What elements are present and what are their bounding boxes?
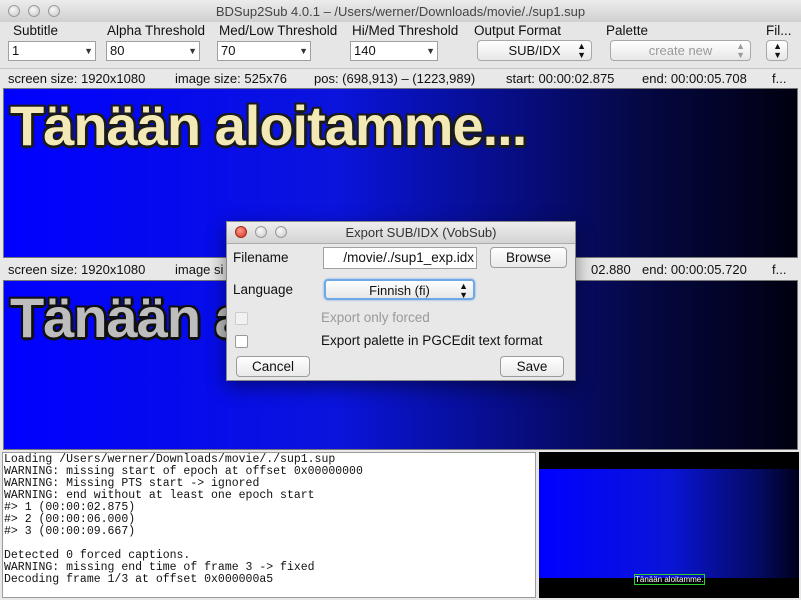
language-value: Finnish (fi)	[369, 283, 430, 298]
up-down-arrows-icon: ▲ ▼	[577, 41, 586, 60]
log-console[interactable]: Loading /Users/werner/Downloads/movie/./…	[2, 452, 536, 598]
close-dialog-button[interactable]	[235, 226, 247, 238]
output-format-label: Output Format	[474, 23, 562, 38]
thumbnail-background	[539, 469, 799, 578]
frame-thumbnail[interactable]: Tänään aloitamme...	[539, 452, 799, 598]
more-info: f...	[772, 262, 787, 277]
end-time-info: end: 00:00:05.720	[642, 262, 747, 277]
palette-label: Palette	[606, 23, 649, 38]
medlow-threshold-value: 70	[221, 43, 236, 58]
window-title: BDSup2Sub 4.0.1 – /Users/werner/Download…	[215, 4, 586, 19]
target-subtitle-text: Tänään a	[10, 286, 246, 349]
settings-toolbar: Subtitle 1 ▼ Alpha Threshold 80 ▼ Med/Lo…	[0, 22, 801, 69]
source-info-bar: screen size: 1920x1080 image size: 525x7…	[0, 70, 801, 88]
chevron-down-icon: ▼	[84, 46, 93, 56]
chevron-down-icon: ▼	[426, 46, 435, 56]
himed-threshold-value: 140	[354, 43, 376, 58]
position-info: pos: (698,913) – (1223,989)	[314, 71, 476, 86]
export-forced-checkbox[interactable]	[235, 312, 248, 325]
screen-size-info: screen size: 1920x1080	[8, 71, 146, 86]
thumbnail-caption-box: Tänään aloitamme...	[634, 574, 705, 585]
chevron-down-icon: ▼	[299, 46, 308, 56]
browse-button[interactable]: Browse	[490, 247, 567, 268]
subtitle-value: 1	[12, 43, 20, 58]
log-line: Decoding frame 1/3 at offset 0x000000a5	[4, 573, 274, 586]
image-size-info: image si	[175, 262, 224, 277]
cancel-button[interactable]: Cancel	[236, 356, 310, 377]
output-format-select[interactable]: SUB/IDX ▲ ▼	[477, 40, 592, 61]
alpha-threshold-combo[interactable]: 80 ▼	[106, 41, 200, 61]
himed-threshold-label: Hi/Med Threshold	[352, 23, 459, 38]
export-forced-label: Export only forced	[321, 310, 430, 325]
more-info: f...	[772, 71, 787, 86]
start-time-info: 02.880	[591, 262, 631, 277]
alpha-threshold-label: Alpha Threshold	[107, 23, 206, 38]
language-select[interactable]: Finnish (fi) ▲ ▼	[324, 279, 475, 300]
screen-size-info: screen size: 1920x1080	[8, 262, 146, 277]
subtitle-label: Subtitle	[13, 23, 59, 38]
language-label: Language	[233, 282, 294, 297]
palette-value: create new	[648, 43, 713, 58]
chevron-down-icon: ▼	[188, 46, 197, 56]
himed-threshold-combo[interactable]: 140 ▼	[350, 41, 438, 61]
export-dialog: Export SUB/IDX (VobSub) Filename /movie/…	[226, 221, 576, 381]
minimize-dialog-button[interactable]	[255, 226, 267, 238]
output-format-value: SUB/IDX	[508, 43, 561, 58]
window-titlebar: BDSup2Sub 4.0.1 – /Users/werner/Download…	[0, 0, 801, 23]
subtitle-combo[interactable]: 1 ▼	[8, 41, 96, 61]
palette-select[interactable]: create new ▲ ▼	[610, 40, 751, 61]
filename-label: Filename	[233, 250, 289, 265]
filter-select[interactable]: ▲ ▼	[766, 40, 788, 61]
up-down-arrows-icon: ▲ ▼	[736, 41, 745, 60]
medlow-threshold-label: Med/Low Threshold	[219, 23, 338, 38]
save-button[interactable]: Save	[500, 356, 564, 377]
export-palette-checkbox[interactable]	[235, 335, 248, 348]
image-size-info: image size: 525x76	[175, 71, 288, 86]
dialog-title: Export SUB/IDX (VobSub)	[345, 225, 497, 240]
alpha-threshold-value: 80	[110, 43, 125, 58]
filename-input[interactable]: /movie/./sup1_exp.idx	[323, 247, 477, 269]
filename-value: /movie/./sup1_exp.idx	[343, 250, 474, 265]
up-down-arrows-icon: ▲ ▼	[459, 281, 468, 300]
medlow-threshold-combo[interactable]: 70 ▼	[217, 41, 311, 61]
end-time-info: end: 00:00:05.708	[642, 71, 747, 86]
source-subtitle-text: Tänään aloitamme...	[10, 94, 527, 157]
start-time-info: start: 00:00:02.875	[506, 71, 615, 86]
export-palette-label: Export palette in PGCEdit text format	[321, 333, 543, 348]
filter-label: Fil...	[766, 23, 792, 38]
up-down-arrows-icon: ▲ ▼	[773, 41, 782, 60]
dialog-titlebar: Export SUB/IDX (VobSub)	[227, 222, 575, 244]
log-line: #> 3 (00:00:09.667)	[4, 525, 136, 538]
